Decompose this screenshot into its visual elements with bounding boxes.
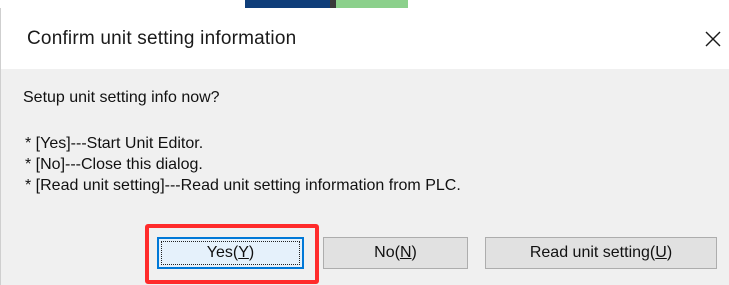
yes-button-accelerator: Y [238,244,249,261]
message-line-read: * [Read unit setting]---Read unit settin… [25,177,461,194]
yes-button[interactable]: Yes(Y) [157,237,304,269]
dialog-message: Setup unit setting info now? * [Yes]---S… [1,69,729,229]
dialog-question: Setup unit setting info now? [23,89,220,106]
no-button-accelerator: N [399,244,412,261]
message-line-yes: * [Yes]---Start Unit Editor. [25,135,204,152]
dialog-titlebar: Confirm unit setting information [1,8,729,69]
background-segment [245,0,330,8]
yes-button-label-suffix: ) [248,244,255,261]
read-button-label-suffix: ) [666,244,673,261]
close-icon [705,31,721,47]
confirm-dialog: Confirm unit setting information Setup u… [0,8,729,285]
read-button-accelerator: U [655,244,667,261]
message-line-no: * [No]---Close this dialog. [25,156,203,173]
background-segment [336,0,408,8]
read-unit-setting-button[interactable]: Read unit setting(U) [485,237,717,269]
no-button[interactable]: No(N) [323,237,468,269]
no-button-label-suffix: ) [411,244,417,261]
yes-button-label-prefix: Yes( [206,244,239,261]
close-button[interactable] [696,22,729,56]
no-button-label-prefix: No( [374,244,400,261]
background-window-strip [0,0,729,8]
dialog-title: Confirm unit setting information [27,28,297,49]
read-button-label-prefix: Read unit setting( [529,244,656,261]
